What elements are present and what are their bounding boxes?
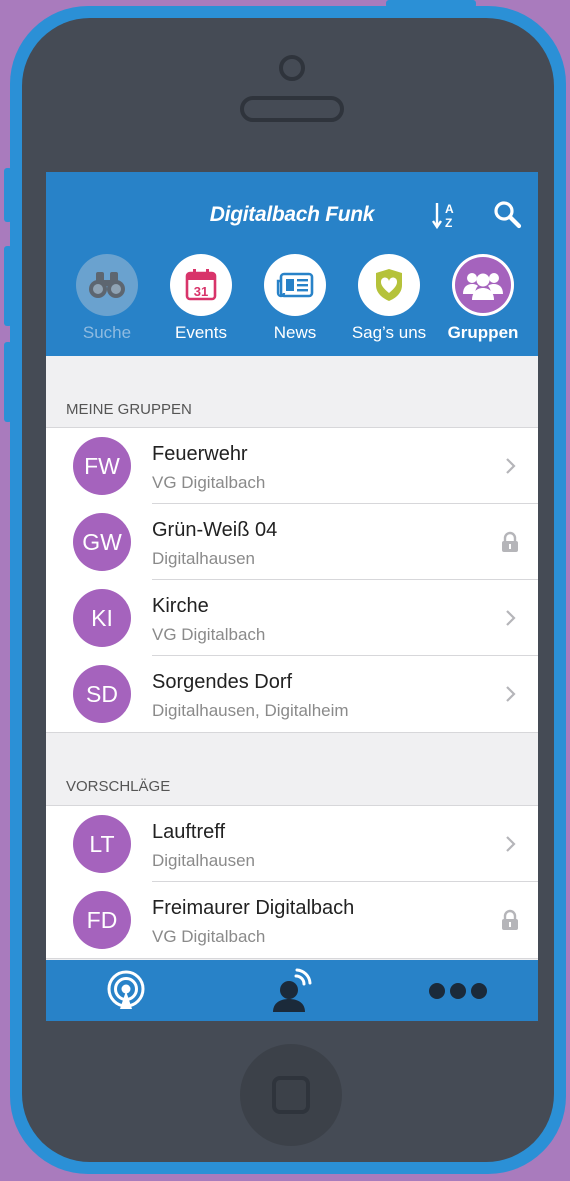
avatar: SD [73, 665, 131, 723]
avatar: FW [73, 437, 131, 495]
list-item[interactable]: KI Kirche VG Digitalbach [46, 580, 538, 656]
list-item[interactable]: GW Grün-Weiß 04 Digitalhausen [46, 504, 538, 580]
binoculars-icon [89, 272, 125, 298]
camera [279, 55, 305, 81]
tab-more[interactable] [418, 960, 498, 1021]
list-item[interactable]: SD Sorgendes Dorf Digitalhausen, Digital… [46, 656, 538, 732]
avatar: GW [73, 513, 131, 571]
item-subtitle: Digitalhausen [152, 549, 256, 568]
section-header-meine-gruppen: MEINE GRUPPEN [46, 356, 538, 428]
nav-label: Gruppen [447, 323, 519, 342]
avatar: LT [73, 815, 131, 873]
svg-text:31: 31 [194, 284, 208, 299]
home-square-icon [272, 1076, 310, 1114]
svg-text:Z: Z [445, 216, 452, 230]
item-title: Kirche [152, 595, 209, 617]
nav-suche[interactable]: Suche [60, 254, 154, 343]
side-button [4, 342, 12, 422]
item-title: Freimaurer Digitalbach [152, 897, 355, 919]
nav-icon-circle: 31 [170, 254, 232, 316]
item-subtitle: Digitalhausen, Digitalheim [152, 701, 349, 720]
list-item[interactable]: LT Lauftreff Digitalhausen [46, 806, 538, 882]
chevron-right-icon [506, 610, 516, 626]
top-button [386, 0, 476, 8]
nav-icon-circle [76, 254, 138, 316]
nav-icon-circle [264, 254, 326, 316]
tab-broadcast[interactable] [86, 960, 166, 1021]
nav-gruppen[interactable]: Gruppen [436, 254, 530, 343]
nav-icon-circle [358, 254, 420, 316]
item-subtitle: VG Digitalbach [152, 927, 266, 946]
shield-heart-icon [376, 269, 402, 301]
group-icon [463, 273, 503, 300]
side-button [4, 246, 12, 326]
nav-label: News [273, 323, 317, 342]
search-icon[interactable] [492, 199, 524, 231]
section-header-vorschlaege: VORSCHLÄGE [46, 733, 538, 805]
svg-text:A: A [445, 202, 454, 216]
group-list-suggestions: LT Lauftreff Digitalhausen FD Freimaurer… [46, 805, 538, 959]
item-title: Grün-Weiß 04 [152, 519, 278, 541]
sort-az-icon[interactable]: A Z [432, 199, 460, 231]
item-title: Sorgendes Dorf [152, 671, 293, 693]
section-label: MEINE GRUPPEN [66, 401, 192, 418]
chevron-right-icon [506, 458, 516, 474]
top-nav: Suche 31 Events News Sag’s uns Gruppen [46, 254, 538, 344]
nav-news[interactable]: News [248, 254, 342, 343]
side-button [4, 168, 12, 222]
nav-label: Suche [82, 323, 132, 342]
home-button[interactable] [240, 1044, 342, 1146]
nav-icon-circle [452, 254, 514, 316]
chevron-right-icon [506, 686, 516, 702]
item-subtitle: Digitalhausen [152, 851, 256, 870]
tab-speaker[interactable] [252, 960, 332, 1021]
bottom-tab-bar [46, 960, 538, 1021]
nav-label: Events [175, 323, 227, 342]
nav-sagsuns[interactable]: Sag’s uns [342, 254, 436, 343]
lock-icon [502, 909, 518, 930]
more-icon [429, 982, 487, 999]
list-item[interactable]: FW Feuerwehr VG Digitalbach [46, 428, 538, 504]
nav-label: Sag’s uns [351, 323, 427, 342]
lock-icon [502, 531, 518, 552]
group-list-mine: FW Feuerwehr VG Digitalbach GW Grün-Weiß… [46, 427, 538, 733]
nav-events[interactable]: 31 Events [154, 254, 248, 343]
app-screen: Digitalbach Funk A Z Suche 31 Events New… [46, 172, 538, 1021]
app-title: Digitalbach Funk [209, 203, 375, 226]
item-title: Feuerwehr [152, 443, 248, 465]
avatar: FD [73, 891, 131, 949]
speaker-person-icon [273, 968, 312, 1012]
calendar-icon: 31 [185, 269, 217, 301]
list-item[interactable]: FD Freimaurer Digitalbach VG Digitalbach [46, 882, 538, 958]
newspaper-icon [276, 272, 314, 298]
section-label: VORSCHLÄGE [66, 778, 171, 795]
item-title: Lauftreff [152, 821, 226, 843]
chevron-right-icon [506, 836, 516, 852]
item-subtitle: VG Digitalbach [152, 625, 266, 644]
item-subtitle: VG Digitalbach [152, 473, 266, 492]
earpiece [240, 96, 344, 122]
avatar: KI [73, 589, 131, 647]
broadcast-icon [107, 970, 145, 1009]
app-header: Digitalbach Funk A Z Suche 31 Events New… [46, 172, 538, 356]
